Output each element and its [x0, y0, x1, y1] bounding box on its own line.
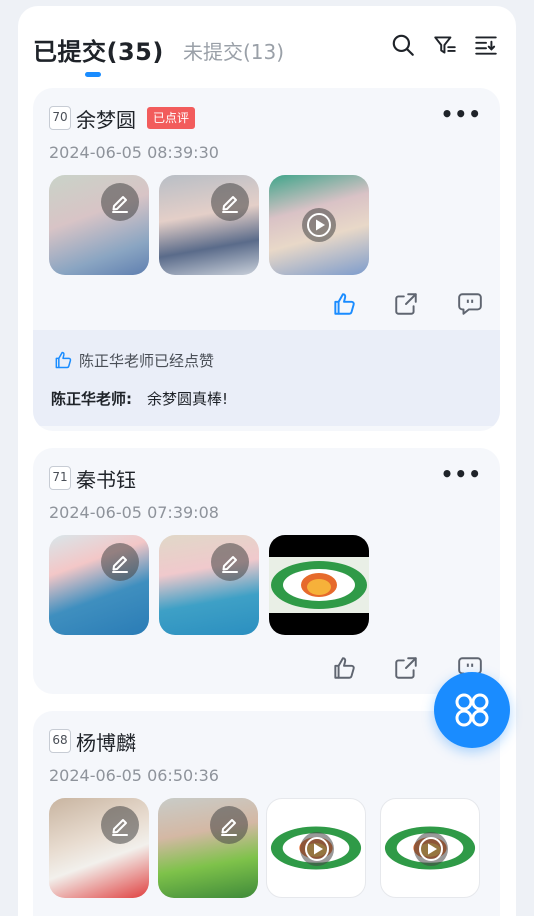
photo-thumbnail[interactable] — [158, 798, 258, 898]
edit-icon[interactable] — [211, 543, 249, 581]
tab-submitted[interactable]: 已提交(35) — [33, 32, 164, 67]
submission-card[interactable]: 71 秦书钰 ••• 2024-06-05 07:39:08 — [33, 448, 500, 694]
seq-number: 68 — [49, 729, 71, 753]
sort-icon[interactable] — [473, 32, 499, 58]
submit-time: 2024-06-05 07:39:08 — [49, 503, 219, 522]
share-icon[interactable] — [393, 655, 419, 681]
logo-image — [269, 557, 369, 613]
active-tab-indicator — [85, 72, 101, 77]
video-thumbnail[interactable] — [380, 798, 480, 898]
student-name: 杨博麟 — [76, 731, 136, 755]
comment-author: 陈正华老师: — [51, 390, 132, 408]
filter-icon[interactable] — [432, 32, 458, 58]
edit-icon[interactable] — [211, 183, 249, 221]
edit-icon[interactable] — [101, 183, 139, 221]
photo-thumbnail[interactable] — [49, 535, 149, 635]
play-icon[interactable] — [300, 832, 334, 866]
like-icon[interactable] — [331, 655, 357, 681]
photo-thumbnail[interactable] — [49, 175, 149, 275]
seq-number: 70 — [49, 106, 71, 130]
search-icon[interactable] — [390, 32, 416, 58]
photo-thumbnail[interactable] — [159, 175, 259, 275]
header: 已提交(35) 未提交(13) — [18, 6, 516, 86]
tab-unsubmitted[interactable]: 未提交(13) — [183, 36, 284, 65]
like-icon — [53, 350, 73, 370]
photo-thumbnail[interactable] — [49, 798, 149, 898]
submit-time: 2024-06-05 06:50:36 — [49, 766, 219, 785]
play-icon[interactable] — [414, 832, 448, 866]
submission-card[interactable]: 68 杨博麟 2024-06-05 06:50:36 — [33, 711, 500, 916]
assignment-submissions-screen: 已提交(35) 未提交(13) 70 余梦圆 已点评 ••• 2024-06-0… — [18, 6, 516, 916]
student-name: 余梦圆 — [76, 108, 136, 132]
submission-card[interactable]: 70 余梦圆 已点评 ••• 2024-06-05 08:39:30 陈正华老师… — [33, 88, 500, 431]
apps-fab-button[interactable] — [434, 672, 510, 748]
grid-icon — [455, 693, 489, 727]
edit-icon[interactable] — [210, 806, 248, 844]
edit-icon[interactable] — [101, 543, 139, 581]
video-thumbnail[interactable] — [266, 798, 366, 898]
share-icon[interactable] — [393, 291, 419, 317]
edit-icon[interactable] — [101, 806, 139, 844]
play-icon[interactable] — [302, 208, 336, 242]
more-icon[interactable]: ••• — [441, 102, 482, 126]
student-name: 秦书钰 — [76, 468, 136, 492]
more-icon[interactable]: ••• — [441, 462, 482, 486]
like-note: 陈正华老师已经点赞 — [79, 352, 215, 370]
comment-text: 余梦圆真棒! — [147, 390, 229, 408]
comment-area: 陈正华老师已经点赞 陈正华老师: 余梦圆真棒! — [33, 330, 500, 426]
video-thumbnail[interactable] — [269, 535, 369, 635]
video-thumbnail[interactable] — [269, 175, 369, 275]
like-icon[interactable] — [331, 291, 357, 317]
photo-thumbnail[interactable] — [159, 535, 259, 635]
comment-icon[interactable] — [457, 291, 483, 317]
status-badge: 已点评 — [147, 107, 196, 129]
submit-time: 2024-06-05 08:39:30 — [49, 143, 219, 162]
seq-number: 71 — [49, 466, 71, 490]
